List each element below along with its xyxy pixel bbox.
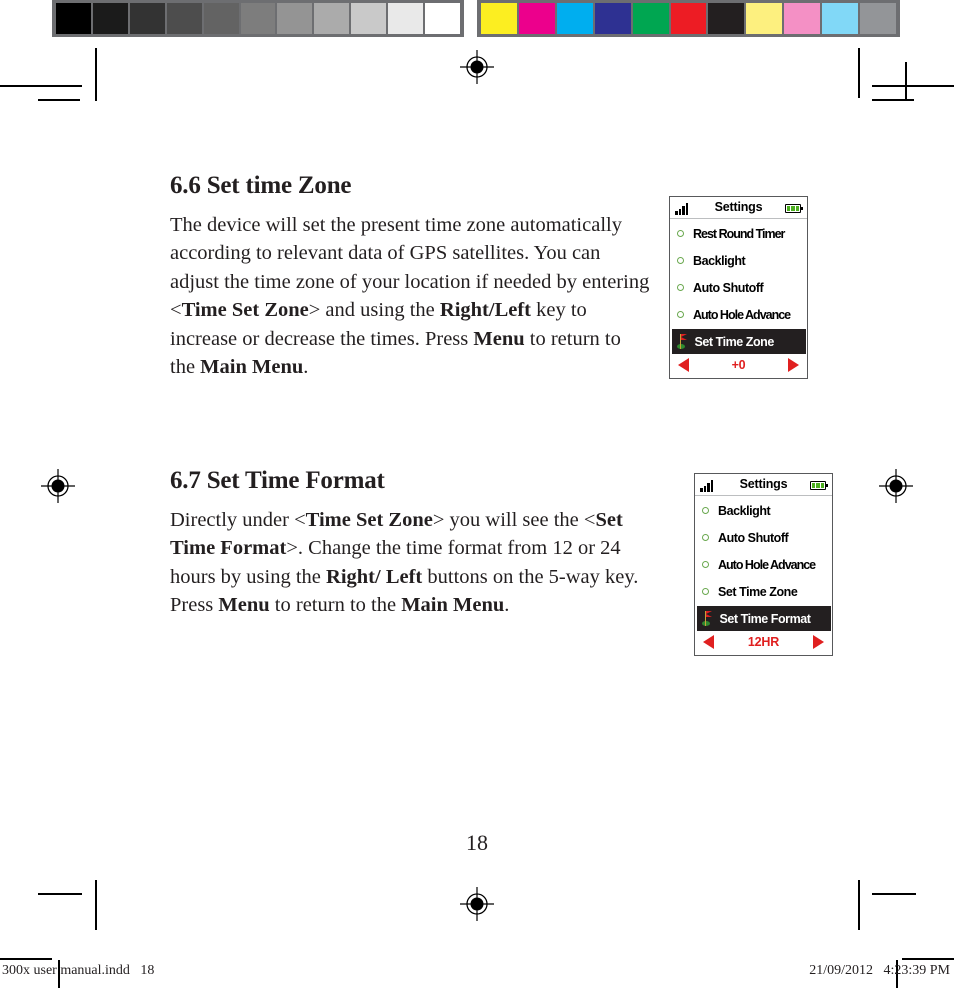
- page-number: 18: [466, 830, 488, 855]
- device-menu-item[interactable]: Backlight: [695, 497, 832, 524]
- device-menu-item[interactable]: Auto Hole Advance: [695, 551, 832, 578]
- device-menu-item-label: Set Time Zone: [694, 334, 775, 349]
- bullet-circle-icon: [677, 284, 684, 291]
- golf-flag-icon: [701, 611, 713, 626]
- bullet-circle-icon: [677, 311, 684, 318]
- page-content: 6.6 Set time Zone The device will set th…: [0, 0, 954, 988]
- battery-full-icon: [810, 481, 828, 490]
- device-menu-item[interactable]: Auto Shutoff: [695, 524, 832, 551]
- device-menu-item[interactable]: Set Time Zone: [695, 578, 832, 605]
- arrow-left-icon[interactable]: [678, 358, 689, 372]
- device-menu-item[interactable]: Rest Round Timer: [670, 220, 807, 247]
- device-menu-item-selected[interactable]: Set Time Format: [696, 606, 831, 631]
- arrow-right-icon[interactable]: [812, 635, 824, 649]
- device-menu-item-label: Rest Round Timer: [693, 226, 785, 241]
- device-value-selector: 12HR: [695, 631, 832, 653]
- section-heading-6-7: 6.7 Set Time Format: [170, 467, 385, 494]
- device-menu-list: Rest Round Timer Backlight Auto Shutoff Aut…: [670, 219, 807, 354]
- section-heading-6-6: 6.6 Set time Zone: [170, 172, 352, 199]
- golf-flag-icon: [676, 334, 688, 349]
- device-current-value: +0: [731, 358, 746, 372]
- device-menu-item-label: Auto Shutoff: [718, 530, 789, 545]
- section-body-6-7: Directly under <Time Set Zone> you will …: [170, 508, 639, 617]
- device-menu-item-label: Auto Shutoff: [693, 280, 764, 295]
- arrow-left-icon[interactable]: [703, 635, 714, 649]
- device-value-selector: +0: [670, 354, 807, 376]
- device-menu-item-label: Backlight: [718, 503, 771, 518]
- device-menu-item-label: Backlight: [693, 253, 746, 268]
- device-status-bar: Settings: [695, 474, 832, 496]
- device-menu-item-label: Set Time Format: [719, 611, 811, 626]
- device-screen-set-time-zone: Settings Rest Round Timer Backlight Auto Sh…: [669, 196, 808, 379]
- device-menu-item-selected[interactable]: Set Time Zone: [671, 329, 806, 354]
- device-menu-item-label: Set Time Zone: [718, 584, 798, 599]
- device-menu-list: Backlight Auto Shutoff Auto Hole Advance Se…: [695, 496, 832, 631]
- device-menu-item-label: Auto Hole Advance: [718, 557, 816, 572]
- bullet-circle-icon: [677, 230, 684, 237]
- bullet-circle-icon: [702, 507, 709, 514]
- device-screen-set-time-format: Settings Backlight Auto Shutoff Auto Hole A…: [694, 473, 833, 656]
- section-body-6-6: The device will set the present time zon…: [170, 213, 650, 379]
- device-menu-item[interactable]: Backlight: [670, 247, 807, 274]
- device-menu-item[interactable]: Auto Hole Advance: [670, 301, 807, 328]
- bullet-circle-icon: [702, 561, 709, 568]
- device-current-value: 12HR: [747, 635, 780, 649]
- footer-file-name: 300x user manual.indd 18: [2, 963, 155, 978]
- device-status-bar: Settings: [670, 197, 807, 219]
- section-set-time-zone: 6.6 Set time Zone The device will set th…: [170, 172, 650, 382]
- arrow-right-icon[interactable]: [787, 358, 799, 372]
- bullet-circle-icon: [702, 534, 709, 541]
- device-menu-item-label: Auto Hole Advance: [693, 307, 791, 322]
- bullet-circle-icon: [702, 588, 709, 595]
- device-menu-item[interactable]: Auto Shutoff: [670, 274, 807, 301]
- bullet-circle-icon: [677, 257, 684, 264]
- section-set-time-format: 6.7 Set Time Format Directly under <Time…: [170, 467, 670, 620]
- footer-timestamp: 21/09/2012 4:23:39 PM: [809, 963, 950, 978]
- battery-full-icon: [785, 204, 803, 213]
